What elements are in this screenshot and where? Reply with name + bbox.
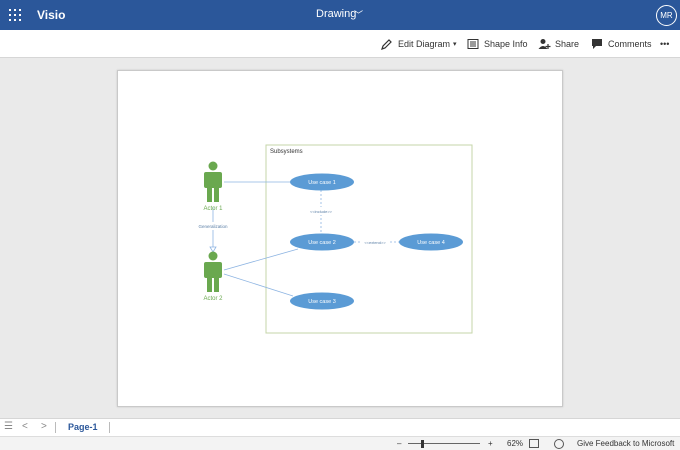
- avatar[interactable]: MR: [656, 5, 677, 26]
- actor-1-icon[interactable]: [204, 161, 222, 203]
- generalization-arrow: [209, 246, 217, 253]
- command-bar: Edit Diagram ▾ Shape Info Share Comments…: [0, 30, 680, 58]
- tab-page-1[interactable]: Page-1: [68, 422, 98, 432]
- fit-to-window-icon[interactable]: [529, 439, 539, 448]
- app-launcher-icon[interactable]: [9, 9, 21, 21]
- shape-info-icon: [466, 37, 480, 51]
- comment-icon: [590, 37, 604, 51]
- zoom-in-button[interactable]: +: [488, 439, 493, 448]
- title-bar: Visio Drawing ﹀ MR: [0, 0, 680, 30]
- more-label: •••: [660, 39, 670, 49]
- association-line[interactable]: [223, 273, 294, 297]
- use-case-2-label: Use case 2: [308, 240, 336, 246]
- zoom-slider[interactable]: [408, 443, 480, 444]
- drawing-canvas[interactable]: Subsystems Generalization <<include>> <<…: [0, 58, 680, 418]
- actor-1-label: Actor 1: [203, 206, 223, 212]
- actor-2-label: Actor 2: [203, 296, 223, 302]
- document-title[interactable]: Drawing: [316, 8, 356, 20]
- globe-icon[interactable]: [554, 439, 564, 449]
- generalization-label: Generalization: [198, 224, 228, 229]
- edit-diagram-button[interactable]: Edit Diagram ▾: [380, 37, 457, 51]
- comments-button[interactable]: Comments: [590, 37, 652, 51]
- shape-info-button[interactable]: Shape Info: [466, 37, 528, 51]
- next-page-icon[interactable]: >: [41, 421, 47, 432]
- use-case-4-label: Use case 4: [417, 240, 445, 246]
- status-bar: – + 62% Give Feedback to Microsoft: [0, 436, 680, 450]
- app-name[interactable]: Visio: [37, 8, 65, 22]
- share-user-icon: [537, 37, 551, 51]
- previous-page-icon[interactable]: <: [22, 421, 28, 432]
- zoom-level[interactable]: 62%: [507, 439, 523, 448]
- pencil-icon: [380, 37, 394, 51]
- divider: [109, 422, 110, 433]
- include-label: <<include>>: [310, 209, 333, 214]
- zoom-out-button[interactable]: –: [397, 439, 401, 448]
- divider: [55, 422, 56, 433]
- use-case-3-label: Use case 3: [308, 299, 336, 305]
- caret-down-icon: ▾: [453, 41, 457, 48]
- association-line[interactable]: [223, 248, 299, 271]
- share-button[interactable]: Share: [537, 37, 579, 51]
- uml-diagram: Subsystems Generalization <<include>> <<…: [197, 144, 473, 334]
- comments-label: Comments: [608, 39, 652, 49]
- drawing-page[interactable]: Subsystems Generalization <<include>> <<…: [117, 70, 563, 407]
- page-tab-bar: ☰ < > Page-1: [0, 418, 680, 436]
- extend-label: <<extend>>: [364, 240, 386, 245]
- page-list-icon[interactable]: ☰: [4, 421, 13, 432]
- actor-2-icon[interactable]: [204, 251, 222, 293]
- shape-info-label: Shape Info: [484, 39, 528, 49]
- edit-diagram-label: Edit Diagram: [398, 39, 451, 49]
- share-label: Share: [555, 39, 580, 49]
- use-case-1-label: Use case 1: [308, 180, 336, 186]
- feedback-link[interactable]: Give Feedback to Microsoft: [577, 439, 674, 448]
- more-options-button[interactable]: •••: [660, 37, 669, 51]
- chevron-down-icon[interactable]: ﹀: [354, 8, 363, 21]
- zoom-slider-thumb[interactable]: [421, 440, 424, 448]
- container-label: Subsystems: [270, 149, 303, 155]
